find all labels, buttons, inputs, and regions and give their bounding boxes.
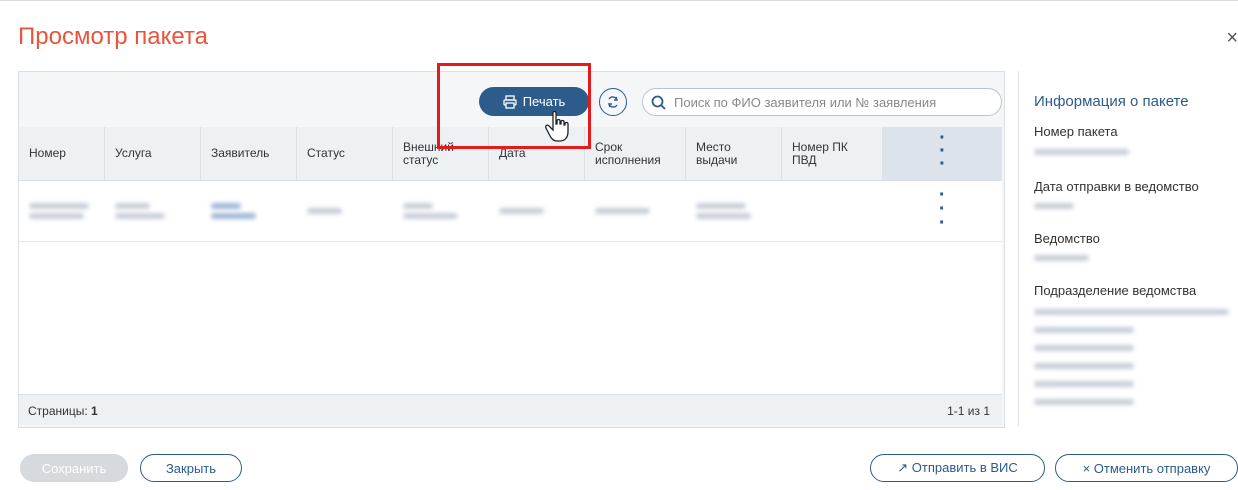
column-header-pk-pvd-number[interactable]: Номер ПК ПВД [781, 127, 883, 181]
cancel-send-button[interactable]: × Отменить отправку [1055, 454, 1238, 482]
package-view-dialog: Просмотр пакета × Печать Поиск по ФИО за… [0, 0, 1238, 490]
agency-division-value-redacted [1034, 305, 1234, 409]
agency-value-redacted [1034, 251, 1129, 265]
table-footer: Страницы: 1 1-1 из 1 [19, 394, 1002, 425]
agency-division-label: Подразделение ведомства [1034, 283, 1197, 298]
agency-label: Ведомство [1034, 231, 1100, 246]
row-menu-button[interactable]: · · · [882, 180, 1002, 242]
table-cell-redacted [392, 180, 489, 242]
table-row[interactable]: · · · [19, 180, 1002, 242]
save-button[interactable]: Сохранить [20, 454, 128, 482]
kebab-icon: · · · [938, 184, 946, 234]
table-cell-redacted [488, 180, 585, 242]
search-placeholder: Поиск по ФИО заявителя или № заявления [674, 94, 937, 110]
pages-label: Страницы: [28, 404, 88, 418]
close-button[interactable]: Закрыть [140, 454, 242, 482]
send-to-vis-button[interactable]: ↗ Отправить в ВИС [870, 454, 1045, 482]
table-cell-redacted [296, 180, 393, 242]
column-header-status[interactable]: Статус [296, 127, 393, 181]
sent-date-label: Дата отправки в ведомство [1034, 179, 1199, 194]
table-cell-empty [781, 180, 883, 242]
package-number-label: Номер пакета [1034, 124, 1118, 139]
package-table: Номер Услуга Заявитель Статус Внешний ст… [19, 127, 1002, 425]
refresh-button[interactable] [599, 88, 627, 116]
column-header-applicant[interactable]: Заявитель [200, 127, 297, 181]
column-header-number[interactable]: Номер [19, 127, 105, 181]
column-header-issue-place[interactable]: Место выдачи [685, 127, 782, 181]
search-input[interactable]: Поиск по ФИО заявителя или № заявления [642, 88, 1002, 116]
table-cell-redacted [104, 180, 201, 242]
pagination-range: 1-1 из 1 [947, 404, 990, 418]
sent-date-value-redacted [1034, 199, 1129, 213]
search-icon [651, 95, 666, 110]
table-cell-redacted [19, 180, 105, 242]
table-cell-redacted [685, 180, 782, 242]
hand-cursor-icon [545, 111, 569, 142]
column-header-service[interactable]: Услуга [104, 127, 201, 181]
close-icon[interactable]: × [1226, 27, 1238, 50]
column-settings-button[interactable]: · · · [882, 127, 1002, 181]
package-number-value-redacted [1034, 145, 1129, 159]
table-cell-redacted [200, 180, 297, 242]
column-header-deadline[interactable]: Срок исполнения [584, 127, 686, 181]
table-cell-redacted [584, 180, 686, 242]
dialog-title: Просмотр пакета [18, 23, 209, 50]
pages-value: 1 [91, 404, 98, 418]
package-info-panel: Информация о пакете Номер пакета Дата от… [1018, 71, 1238, 426]
bottom-left-actions: Сохранить Закрыть [20, 454, 242, 482]
kebab-icon: · · · [939, 127, 946, 175]
package-info-title: Информация о пакете [1034, 93, 1189, 110]
refresh-icon [608, 96, 618, 108]
